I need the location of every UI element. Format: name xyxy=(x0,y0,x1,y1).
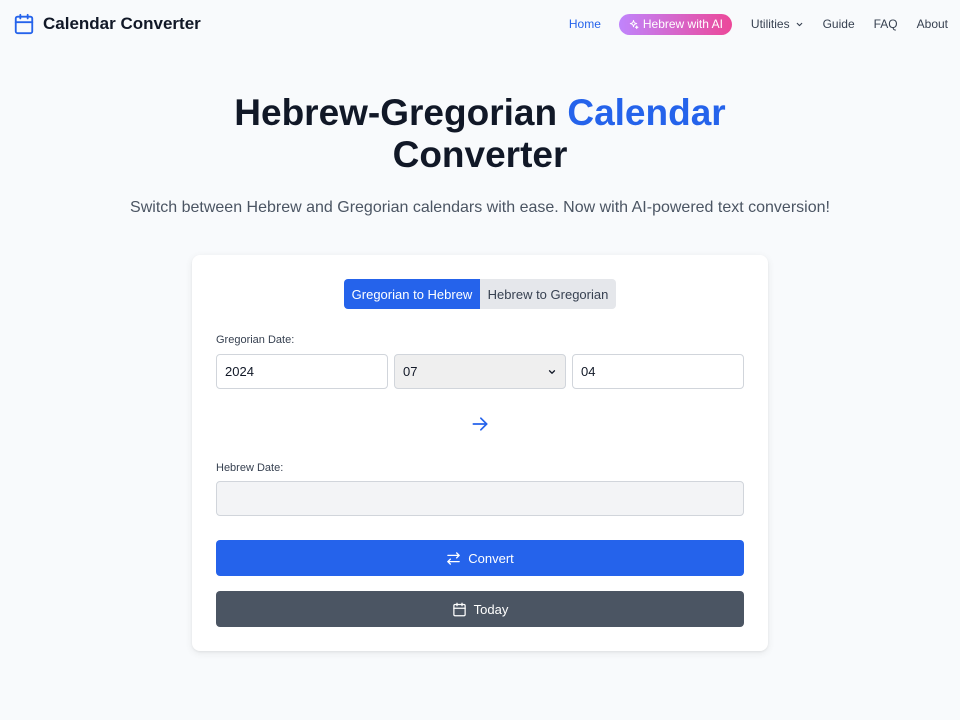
page-subtitle: Switch between Hebrew and Gregorian cale… xyxy=(130,199,830,216)
year-input[interactable]: 2024 xyxy=(216,354,388,389)
nav-about[interactable]: About xyxy=(917,17,948,31)
title-accent: Calendar xyxy=(567,92,726,133)
convert-button[interactable]: Convert xyxy=(216,540,744,576)
title-part1: Hebrew-Gregorian xyxy=(234,92,558,133)
chevron-down-icon xyxy=(795,20,804,29)
nav-hebrew-ai-button[interactable]: Hebrew with AI xyxy=(618,13,732,35)
direction-tabs: Gregorian to Hebrew Hebrew to Gregorian xyxy=(344,279,616,309)
sparkles-icon xyxy=(628,19,639,30)
convert-label: Convert xyxy=(468,550,514,566)
gregorian-date-label: Gregorian Date: xyxy=(216,334,295,346)
swap-arrows-icon xyxy=(446,551,461,566)
day-input[interactable]: 04 xyxy=(572,354,744,389)
top-header: Calendar Converter Home Hebrew with AI U… xyxy=(0,0,960,48)
calendar-icon xyxy=(452,602,467,617)
arrow-right-icon xyxy=(470,414,490,434)
calendar-icon xyxy=(13,13,35,35)
nav-utilities-label: Utilities xyxy=(750,17,790,31)
month-value: 07 xyxy=(403,364,418,379)
hebrew-date-label: Hebrew Date: xyxy=(216,462,284,474)
nav-ai-label: Hebrew with AI xyxy=(642,17,723,31)
today-button[interactable]: Today xyxy=(216,591,744,627)
brand[interactable]: Calendar Converter xyxy=(13,13,201,35)
today-label: Today xyxy=(473,601,509,617)
hebrew-date-output[interactable] xyxy=(216,481,744,516)
main-nav: Home Hebrew with AI Utilities Guide FAQ … xyxy=(569,13,948,35)
converter-card: Gregorian to Hebrew Hebrew to Gregorian … xyxy=(192,255,768,651)
title-part2: Converter xyxy=(392,134,568,175)
brand-name: Calendar Converter xyxy=(43,14,201,33)
tab-hebrew-to-gregorian[interactable]: Hebrew to Gregorian xyxy=(480,279,616,309)
page-title: Hebrew-Gregorian Calendar Converter xyxy=(0,92,960,176)
month-select[interactable]: 07 xyxy=(394,354,566,389)
chevron-down-icon xyxy=(547,367,557,377)
tab-gregorian-to-hebrew[interactable]: Gregorian to Hebrew xyxy=(344,279,480,309)
nav-guide[interactable]: Guide xyxy=(823,17,855,31)
nav-utilities-dropdown[interactable]: Utilities xyxy=(751,17,804,31)
nav-faq[interactable]: FAQ xyxy=(874,17,898,31)
nav-home[interactable]: Home xyxy=(569,17,601,31)
